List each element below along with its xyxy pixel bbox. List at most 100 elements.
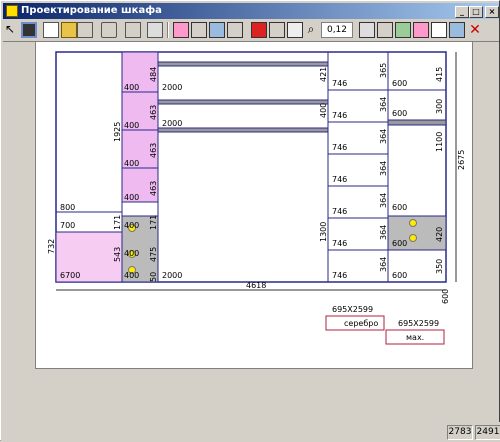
pink-doc-icon[interactable] xyxy=(413,22,429,38)
fr-h-1: 415 xyxy=(435,67,444,82)
pink-width-1: 400 xyxy=(124,83,139,92)
open-folder-icon[interactable] xyxy=(61,22,77,38)
left-top-label: 800 xyxy=(60,203,75,212)
fr-width-5: 600 xyxy=(392,271,407,280)
mr-h-3: 364 xyxy=(379,129,388,144)
left-shelf-label: 700 xyxy=(60,221,75,230)
fr-h-3: 420 xyxy=(435,227,444,242)
left-bottom-label: 6700 xyxy=(60,271,80,280)
zoom-field[interactable]: 0,12 xyxy=(321,22,353,38)
dim-left-col: 1925 xyxy=(113,122,122,142)
dim-middle: 1300 xyxy=(319,222,328,242)
panel-icon[interactable] xyxy=(147,22,163,38)
blue-panel-icon[interactable] xyxy=(209,22,225,38)
handle-5 xyxy=(409,234,417,242)
mr-width-2: 746 xyxy=(332,111,347,120)
right-toolbar xyxy=(482,33,500,393)
doc-icon[interactable] xyxy=(287,22,303,38)
mr-width-4: 746 xyxy=(332,175,347,184)
pink-drawer-3: 463 xyxy=(149,143,158,158)
print-icon[interactable] xyxy=(431,22,447,38)
mr-width-1: 746 xyxy=(332,79,347,88)
drawing-canvas[interactable]: 4618 2675 600 1925 732 1300 1100 800 700… xyxy=(35,41,473,369)
handle-4 xyxy=(409,219,417,227)
save-icon[interactable] xyxy=(21,22,37,38)
mr-h-7: 364 xyxy=(379,257,388,272)
facade1-size: 695X2599 xyxy=(332,305,373,314)
mr-width-6: 746 xyxy=(332,239,347,248)
mr-width-7: 746 xyxy=(332,271,347,280)
calculator-icon[interactable] xyxy=(359,22,375,38)
grid-icon[interactable] xyxy=(191,22,207,38)
frame-icon[interactable] xyxy=(227,22,243,38)
zoom-icon[interactable]: ⌕ xyxy=(303,22,319,38)
dim-total-height: 2675 xyxy=(457,150,466,170)
pink-width-6: 400 xyxy=(124,249,139,258)
mr-h-2: 364 xyxy=(379,97,388,112)
rail-3 xyxy=(157,127,329,133)
rail-1 xyxy=(157,61,329,67)
rail-2 xyxy=(157,99,329,105)
delete-icon[interactable]: ✕ xyxy=(467,22,483,38)
green-icon[interactable] xyxy=(395,22,411,38)
mr-width-5: 746 xyxy=(332,207,347,216)
mr-h-1: 365 xyxy=(379,63,388,78)
layout-icon[interactable] xyxy=(377,22,393,38)
rail-label-3: 2000 xyxy=(162,271,182,280)
dim-right: 1100 xyxy=(435,132,444,152)
pink-width-3: 400 xyxy=(124,159,139,168)
pink-drawer-2: 463 xyxy=(149,105,158,120)
facade1-label: серебро xyxy=(344,319,378,328)
mr-width-3: 746 xyxy=(332,143,347,152)
pink-width-2: 400 xyxy=(124,121,139,130)
table-icon[interactable] xyxy=(269,22,285,38)
dim-left-low: 732 xyxy=(47,239,56,254)
fr-width-4: 600 xyxy=(392,239,407,248)
left-shelf-h: 171 xyxy=(113,215,122,230)
main-window: Проектирование шкафа _ □ × ↖ ⌕ 0,12 ✕ 46… xyxy=(0,0,500,442)
bottom-toolbar xyxy=(3,403,481,421)
close-button[interactable]: × xyxy=(485,6,499,18)
shape-rect-icon[interactable] xyxy=(101,22,117,38)
fr-h-4: 350 xyxy=(435,259,444,274)
pink-small-1: 171 xyxy=(149,215,158,230)
status-right: 2491 xyxy=(475,425,500,440)
pink-small-2: 475 xyxy=(149,247,158,262)
red-panel-icon[interactable] xyxy=(251,22,267,38)
left-toolbar xyxy=(3,33,21,393)
fr-width-2: 600 xyxy=(392,109,407,118)
status-bar: 2783 2491 xyxy=(1,422,500,442)
toolbar-separator xyxy=(167,22,169,38)
facade2-size: 695X2599 xyxy=(398,319,439,328)
app-icon xyxy=(6,5,18,17)
maximize-button[interactable]: □ xyxy=(469,6,483,18)
shape-square-icon[interactable] xyxy=(77,22,93,38)
window-title: Проектирование шкафа xyxy=(21,5,162,16)
rail-label-2: 2000 xyxy=(162,119,182,128)
rail-label-1: 2000 xyxy=(162,83,182,92)
mr-h-4: 364 xyxy=(379,161,388,176)
pink-width-4: 400 xyxy=(124,193,139,202)
fr-width-3: 600 xyxy=(392,203,407,212)
rail-h2: 400 xyxy=(319,103,328,118)
title-bar: Проектирование шкафа _ □ × xyxy=(3,3,499,19)
new-doc-icon[interactable] xyxy=(43,22,59,38)
mr-h-6: 364 xyxy=(379,225,388,240)
horizontal-scroll-area[interactable] xyxy=(35,369,473,397)
fr-width-1: 600 xyxy=(392,79,407,88)
pink-drawer-1: 484 xyxy=(149,67,158,82)
wardrobe-drawing: 4618 2675 600 1925 732 1300 1100 800 700… xyxy=(47,51,466,345)
shape-box-icon[interactable] xyxy=(125,22,141,38)
top-toolbar: ↖ ⌕ 0,12 ✕ xyxy=(3,20,499,42)
fr-rail xyxy=(387,119,447,126)
pink-drawer-4: 463 xyxy=(149,181,158,196)
status-left: 2783 xyxy=(447,425,473,440)
left-bottom-h: 543 xyxy=(113,247,122,262)
dim-total-width: 4618 xyxy=(246,281,266,290)
rail-h1: 421 xyxy=(319,67,328,82)
export-icon[interactable] xyxy=(449,22,465,38)
pink-panel-icon[interactable] xyxy=(173,22,189,38)
pink-width-7: 400 xyxy=(124,271,139,280)
dim-depth: 600 xyxy=(441,289,450,304)
minimize-button[interactable]: _ xyxy=(455,6,469,18)
